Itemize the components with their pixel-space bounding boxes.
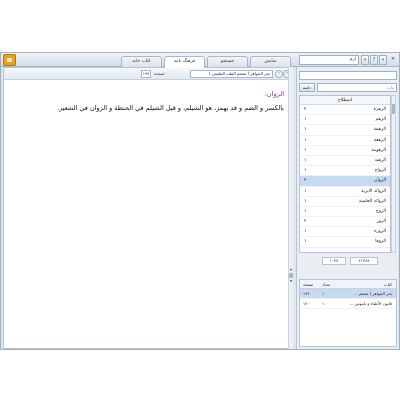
term-count: ۱ (304, 137, 307, 143)
term-row[interactable]: الزواج ۱ (300, 166, 390, 177)
term-list-scrollbar[interactable] (391, 95, 396, 253)
term-word: الزواج (374, 168, 386, 174)
term-count: ۱ (304, 157, 307, 163)
term-list-header: اصطلاح (300, 96, 390, 105)
term-row[interactable]: الزوائد الابرية ۱ (300, 187, 390, 197)
book-cell-count: ۱ (322, 291, 325, 296)
term-word: الزوائد الابرية (361, 188, 386, 194)
page-label: صفحه: (154, 71, 166, 76)
app-window: کتاب خانه فرهنگ نامه جستجو نمایش ازم « ?… (0, 52, 400, 350)
term-row[interactable]: الزهيد ۱ (300, 156, 390, 167)
content-pane: ۱۹۹ صفحه: بحر الجواهر ( معجم الطب الطبيع… (3, 67, 293, 349)
book-cell-book: بحر الجواهر ( معجم ... (353, 291, 392, 296)
term-row[interactable]: الزوفا ۱ (300, 237, 390, 248)
top-search-input[interactable]: ازم (299, 55, 359, 65)
back-icon[interactable]: « (361, 55, 369, 65)
term-word: الزور (376, 219, 386, 225)
term-list-items: الزهرة ۲ الزهم ۱ الزهمة ۱ الزهقة ۱ الزهومة ۱ الزهي… (300, 105, 390, 248)
term-filter-input[interactable]: واژه (317, 83, 397, 92)
app-logo-icon (3, 54, 16, 66)
term-count: ۱ (304, 168, 307, 174)
book-cell-book: قانون الأطباء و ناموس ... (349, 301, 392, 306)
term-word: الزورة (374, 229, 386, 235)
col-page-header[interactable]: صفحه (303, 280, 313, 289)
tab-view[interactable]: نمایش (250, 56, 291, 67)
scope-button[interactable]: دامنه (299, 83, 315, 92)
term-row[interactable]: الزوج ۱ (300, 207, 390, 218)
book-cell-count: ۱ (322, 301, 325, 306)
top-bar: کتاب خانه فرهنگ نامه جستجو نمایش ازم « ?… (1, 53, 399, 68)
counter-b: ۱۰۴۷ (322, 257, 346, 265)
forward-icon[interactable]: » (379, 55, 387, 65)
entry-title: الزوان: (264, 90, 284, 98)
scroll-up-icon[interactable]: ▲ (289, 267, 293, 272)
term-list: اصطلاح الزهرة ۲ الزهم ۱ الزهمة ۱ الزهقة ۱ الزهوم… (299, 95, 391, 253)
term-count: ۲ (304, 107, 307, 112)
back-circle-icon[interactable]: ‹ (275, 70, 283, 78)
col-book-header[interactable]: کتاب (334, 280, 392, 289)
book-table-header: صفحه تعداد کتاب (300, 280, 396, 289)
term-word: الزوان (374, 178, 386, 184)
tab-library[interactable]: کتاب خانه (121, 56, 162, 67)
scroll-down-icon[interactable]: ▼ (289, 279, 293, 284)
book-row[interactable]: ۱۹۹ ۱ بحر الجواهر ( معجم ... (300, 289, 396, 299)
book-cell-page: ۱۷۰ (303, 301, 310, 306)
term-count: ۱ (304, 127, 307, 133)
help-icon[interactable]: ? (370, 55, 378, 65)
term-scroll-thumb[interactable] (392, 104, 395, 114)
term-word: الزوائد الحلمية (359, 198, 386, 204)
term-row[interactable]: الزهقة ۱ (300, 136, 390, 146)
term-count: ۱ (304, 208, 307, 214)
entry-body: بالكسر و الضم و قد يهمز، هو الشيلم، و قي… (56, 104, 284, 112)
content-scrollbar[interactable]: ▲ ▼ (288, 67, 293, 349)
term-row[interactable]: الزهومة ۱ (300, 146, 390, 156)
term-word: الزهمة (373, 127, 387, 133)
term-row[interactable]: الزور ۲ (300, 217, 390, 228)
term-count: ۱ (304, 198, 307, 204)
term-row[interactable]: الزهرة ۲ (300, 105, 390, 116)
term-word: الزوج (375, 208, 386, 214)
term-count: ۲ (304, 219, 307, 225)
term-word: الزهقة (373, 137, 386, 143)
term-count: ۱ (304, 239, 307, 245)
counter-row: ۱۰۴۷ ۲۱۳۸۸ (322, 257, 392, 265)
term-word: الزوفا (375, 239, 386, 245)
col-count-header[interactable]: تعداد (322, 280, 330, 289)
page-number-field[interactable]: ۱۹۹ (141, 70, 151, 78)
book-cell-page: ۱۹۹ (303, 291, 310, 296)
book-table-rows: ۱۹۹ ۱ بحر الجواهر ( معجم ... ۱۷۰ ۱ قانون الأط… (300, 289, 396, 309)
panel-search-input[interactable] (299, 71, 397, 80)
tab-search[interactable]: جستجو (207, 56, 248, 67)
counter-a: ۲۱۳۸۸ (350, 257, 378, 265)
term-word: الزهرة (373, 107, 386, 112)
term-row[interactable]: الزهم ۱ (300, 115, 390, 126)
term-count: ۲ (304, 178, 307, 184)
book-results-table: صفحه تعداد کتاب ۱۹۹ ۱ بحر الجواهر ( معجم .… (299, 279, 397, 347)
content-toolbar: ۱۹۹ صفحه: بحر الجواهر ( معجم الطب الطبيع… (4, 68, 292, 80)
term-count: ۱ (304, 229, 307, 235)
book-title-field[interactable]: بحر الجواهر ( معجم الطب الطبيعي ) (190, 70, 273, 78)
tab-dictionary[interactable]: فرهنگ نامه (164, 56, 205, 68)
term-row[interactable]: الزورة ۱ (300, 227, 390, 238)
close-icon[interactable]: × (390, 56, 396, 63)
term-word: الزهيد (374, 157, 386, 163)
scroll-thumb[interactable] (289, 273, 293, 278)
term-row[interactable]: الزوائد الحلمية ۱ (300, 197, 390, 207)
book-row[interactable]: ۱۷۰ ۱ قانون الأطباء و ناموس ... (300, 299, 396, 309)
term-word: الزهم (375, 117, 386, 123)
term-row[interactable]: الزهمة ۱ (300, 125, 390, 136)
term-count: ۱ (304, 147, 307, 153)
term-row[interactable]: الزوان ۲ (300, 176, 390, 187)
term-word: الزهومة (371, 147, 386, 153)
term-count: ۱ (304, 188, 307, 194)
term-count: ۱ (304, 117, 307, 123)
terms-panel: دامنه واژه اصطلاح الزهرة ۲ الزهم ۱ الزهمة ۱ ال… (296, 67, 398, 349)
